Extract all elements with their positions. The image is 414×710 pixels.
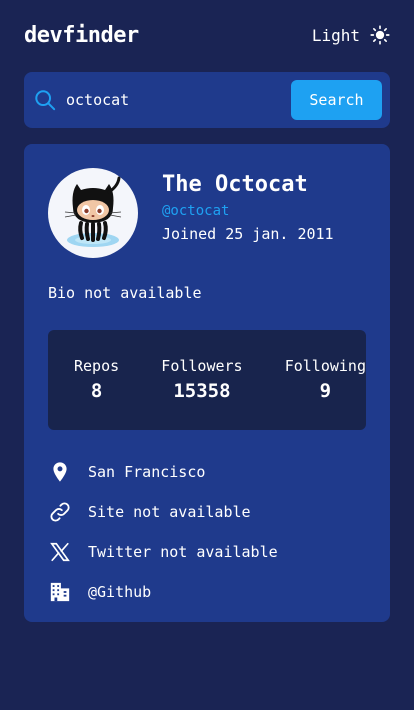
link-company: @Github [48, 572, 278, 612]
stat-label: Repos [74, 357, 120, 375]
profile-links: San Francisco Site not available Twitter… [48, 452, 278, 612]
stat-value: 15358 [173, 380, 231, 402]
search-icon [35, 90, 56, 111]
stat-value: 9 [319, 380, 332, 402]
profile-joined-date: Joined 25 jan. 2011 [162, 225, 334, 243]
twitter-text: Twitter not available [88, 543, 278, 561]
octocat-avatar-icon [64, 176, 122, 247]
stat-followers: Followers 15358 [161, 356, 242, 404]
profile-header: The Octocat @octocat Joined 25 jan. 2011 [162, 170, 334, 245]
stat-label: Followers [161, 357, 243, 375]
twitter-x-icon [48, 540, 72, 564]
company-icon [48, 580, 72, 604]
theme-toggle-label: Light [311, 25, 360, 45]
site-text: Site not available [88, 503, 251, 521]
avatar [48, 168, 138, 258]
profile-login-link[interactable]: @octocat [162, 199, 334, 223]
stat-value: 8 [90, 380, 103, 402]
link-location: San Francisco [48, 452, 278, 492]
link-twitter: Twitter not available [48, 532, 278, 572]
link-site: Site not available [48, 492, 278, 532]
location-icon [48, 460, 72, 484]
search-input[interactable] [66, 91, 291, 109]
stat-label: Following [284, 357, 366, 375]
location-text: San Francisco [88, 463, 206, 481]
sun-icon [370, 25, 390, 45]
theme-toggle-button[interactable]: Light [312, 25, 390, 45]
search-bar: Search [24, 72, 390, 128]
app-header: devfinder Light [24, 18, 390, 52]
profile-bio: Bio not available [48, 284, 202, 302]
search-button[interactable]: Search [291, 80, 382, 120]
company-text: @Github [88, 583, 152, 601]
profile-card: The Octocat @octocat Joined 25 jan. 2011… [24, 144, 390, 622]
stat-following: Following 9 [285, 356, 366, 404]
app-logo: devfinder [24, 22, 139, 48]
stats-panel: Repos 8 Followers 15358 Following 9 [48, 330, 366, 430]
profile-name: The Octocat [162, 172, 308, 197]
link-icon [48, 500, 72, 524]
stat-repos: Repos 8 [74, 356, 119, 404]
